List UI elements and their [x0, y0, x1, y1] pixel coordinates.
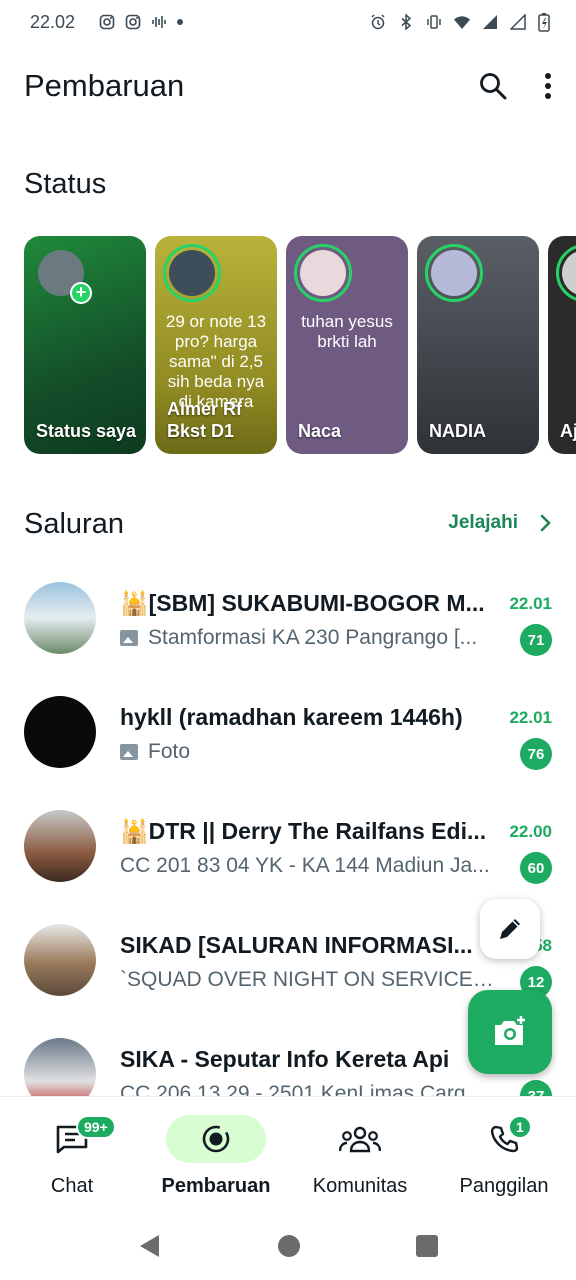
status-card-name: NADIA	[429, 421, 486, 441]
nav-chat[interactable]: 99+ Chat	[0, 1097, 144, 1213]
avatar	[24, 696, 96, 768]
status-card-aj[interactable]: Aj	[548, 236, 576, 454]
alarm-icon	[371, 14, 385, 30]
instagram-icon	[125, 14, 141, 30]
instagram-icon	[99, 14, 115, 30]
page-title: Pembaruan	[24, 68, 185, 103]
nav-icon-container	[166, 1115, 266, 1163]
status-card-nadia[interactable]: NADIA	[417, 236, 539, 454]
avatar	[24, 810, 96, 882]
channel-preview: Foto	[120, 740, 504, 764]
status-card-name: Status saya	[36, 421, 137, 441]
channel-row[interactable]: 🕌DTR || Derry The Railfans Edi... 22.00 …	[0, 802, 576, 916]
avatar	[24, 1038, 96, 1096]
unread-badge: 37	[520, 1080, 552, 1096]
avatar	[294, 244, 352, 302]
channel-row[interactable]: hykll (ramadhan kareem 1446h) 22.01 Foto…	[0, 688, 576, 802]
channel-row[interactable]: 🕌[SBM] SUKABUMI-BOGOR M... 22.01 Stamfor…	[0, 574, 576, 688]
nav-icon-container	[310, 1115, 410, 1163]
channels-section-title: Saluran	[24, 508, 124, 540]
nav-label: Panggilan	[459, 1175, 549, 1197]
vibrate-icon	[427, 15, 441, 29]
channel-preview: CC 206 13 29 - 2501 KenLimas Carg...	[120, 1082, 484, 1096]
more-vert-icon[interactable]	[544, 72, 552, 100]
channel-preview: CC 201 83 04 YK - KA 144 Madiun Ja...	[120, 854, 490, 877]
voice-icon	[152, 16, 166, 28]
status-card-almer[interactable]: 29 or note 13 pro? harga sama" di 2,5 si…	[155, 236, 277, 454]
pencil-icon	[500, 919, 520, 939]
nav-label: Chat	[50, 1175, 94, 1197]
channel-name: 🕌DTR || Derry The Railfans Edi...	[120, 818, 487, 844]
channel-preview: Stamformasi KA 230 Pangrango [...	[120, 626, 504, 650]
status-card-name: Naca	[298, 421, 342, 441]
channel-time: 22.01	[509, 708, 552, 727]
clock: 22.02	[30, 11, 76, 32]
unread-chats-badge: 99+	[76, 1115, 116, 1139]
search-icon[interactable]	[478, 71, 508, 101]
app-bar: Pembaruan	[0, 60, 576, 112]
back-icon[interactable]	[137, 1233, 163, 1259]
dot-icon	[177, 19, 184, 25]
home-icon[interactable]	[277, 1234, 301, 1258]
image-icon	[120, 630, 138, 646]
status-section-title: Status	[24, 168, 107, 200]
bottom-navigation: 99+ Chat Pembaruan Komunitas 1 Panggilan	[0, 1096, 576, 1212]
explore-label: Jelajahi	[448, 512, 518, 533]
bluetooth-icon	[401, 14, 412, 30]
nav-icon-container	[454, 1115, 554, 1163]
status-card-name: Almer Rf Bkst D1	[167, 399, 243, 441]
avatar	[556, 244, 576, 302]
system-status-bar: 22.02	[0, 0, 576, 44]
nav-label: Pembaruan	[161, 1175, 271, 1197]
status-card-text: tuhan yesus brkti lah	[301, 312, 393, 351]
explore-link[interactable]: Jelajahi	[448, 512, 552, 534]
avatar	[24, 924, 96, 996]
missed-calls-badge: 1	[508, 1115, 532, 1139]
status-card-naca[interactable]: tuhan yesus brkti lah Naca	[286, 236, 408, 454]
avatar	[425, 244, 483, 302]
avatar	[24, 582, 96, 654]
channel-name: 🕌[SBM] SUKABUMI-BOGOR M...	[120, 590, 485, 616]
wifi-icon	[454, 16, 470, 29]
signal-icon	[483, 15, 497, 29]
channel-name: SIKAD [SALURAN INFORMASI...	[120, 932, 473, 958]
nav-calls[interactable]: 1 Panggilan	[432, 1097, 576, 1213]
battery-charging-icon	[538, 13, 550, 32]
new-camera-status-button[interactable]	[468, 990, 552, 1074]
channel-time: 22.01	[509, 594, 552, 613]
unread-badge: 71	[520, 624, 552, 656]
channel-name: hykll (ramadhan kareem 1446h)	[120, 704, 463, 730]
communities-icon	[339, 1126, 381, 1153]
image-icon	[120, 744, 138, 760]
unread-badge: 76	[520, 738, 552, 770]
camera-add-icon	[495, 1016, 525, 1045]
recents-icon[interactable]	[415, 1234, 439, 1258]
channel-preview: `SQUAD OVER NIGHT ON SERVICES`...	[120, 968, 504, 991]
updates-icon	[202, 1125, 230, 1153]
status-card-text: 29 or note 13 pro? harga sama" di 2,5 si…	[165, 312, 267, 411]
avatar	[163, 244, 221, 302]
nav-updates[interactable]: Pembaruan	[144, 1097, 288, 1213]
chevron-right-icon	[540, 514, 551, 532]
nav-label: Komunitas	[312, 1175, 408, 1197]
signal-icon	[510, 14, 526, 30]
nav-communities[interactable]: Komunitas	[288, 1097, 432, 1213]
unread-badge: 60	[520, 852, 552, 884]
status-card-my-status[interactable]: + Status saya	[24, 236, 146, 454]
channel-name: SIKA - Seputar Info Kereta Api	[120, 1046, 450, 1072]
channel-time: 22.00	[509, 822, 552, 841]
system-navigation-bar	[0, 1212, 576, 1280]
status-carousel[interactable]: + Status saya 29 or note 13 pro? harga s…	[24, 236, 576, 454]
new-text-status-button[interactable]	[480, 899, 540, 959]
status-card-name: Aj	[560, 421, 576, 441]
add-status-icon[interactable]: +	[70, 282, 92, 304]
